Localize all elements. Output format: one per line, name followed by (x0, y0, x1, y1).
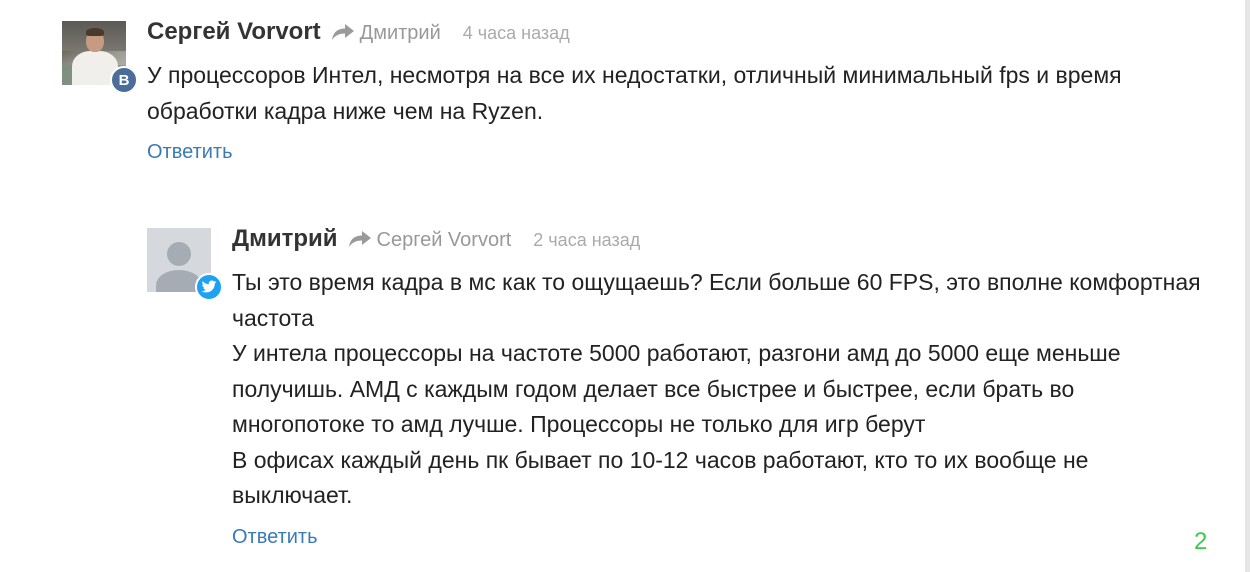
comment-header: Дмитрий Сергей Vorvort 2 часа назад (232, 225, 1212, 261)
reply-to[interactable]: Дмитрий (331, 21, 441, 45)
comment-time[interactable]: 4 часа назад (463, 23, 570, 44)
twitter-icon (195, 273, 223, 301)
reply-to-name: Сергей Vorvort (376, 229, 512, 251)
vk-icon: B (110, 66, 138, 94)
comment-paragraph: Ты это время кадра в мс как то ощущаешь?… (232, 269, 1201, 331)
avatar[interactable]: B (62, 21, 138, 94)
comment-paragraph: В офисах каждый день пк бывает по 10-12 … (232, 446, 1089, 509)
reply-to[interactable]: Сергей Vorvort (348, 228, 512, 252)
comment-time[interactable]: 2 часа назад (533, 230, 640, 251)
reply-button[interactable]: Ответить (147, 141, 233, 164)
author-name[interactable]: Сергей Vorvort (147, 18, 321, 46)
comment-text: У процессоров Интел, несмотря на все их … (147, 58, 1217, 129)
comment-paragraph: У интела процессоры на частоте 5000 рабо… (232, 340, 1121, 437)
reply-button[interactable]: Ответить (232, 526, 318, 549)
reply-arrow-icon (331, 24, 354, 40)
comment-header: Сергей Vorvort Дмитрий 4 часа назад (147, 18, 1212, 54)
right-border (1245, 0, 1250, 572)
comment-body: Сергей Vorvort Дмитрий 4 часа назад У пр… (147, 18, 1212, 164)
comment-body: Дмитрий Сергей Vorvort 2 часа назад Ты э… (232, 225, 1212, 549)
reply-arrow-icon (348, 231, 371, 247)
avatar[interactable] (147, 228, 223, 301)
page-number: 2 (1194, 528, 1208, 555)
author-name[interactable]: Дмитрий (232, 225, 338, 253)
reply-to-name: Дмитрий (359, 22, 441, 44)
comment-text: Ты это время кадра в мс как то ощущаешь?… (232, 265, 1202, 514)
comment-paragraph: У процессоров Интел, несмотря на все их … (147, 62, 1122, 124)
